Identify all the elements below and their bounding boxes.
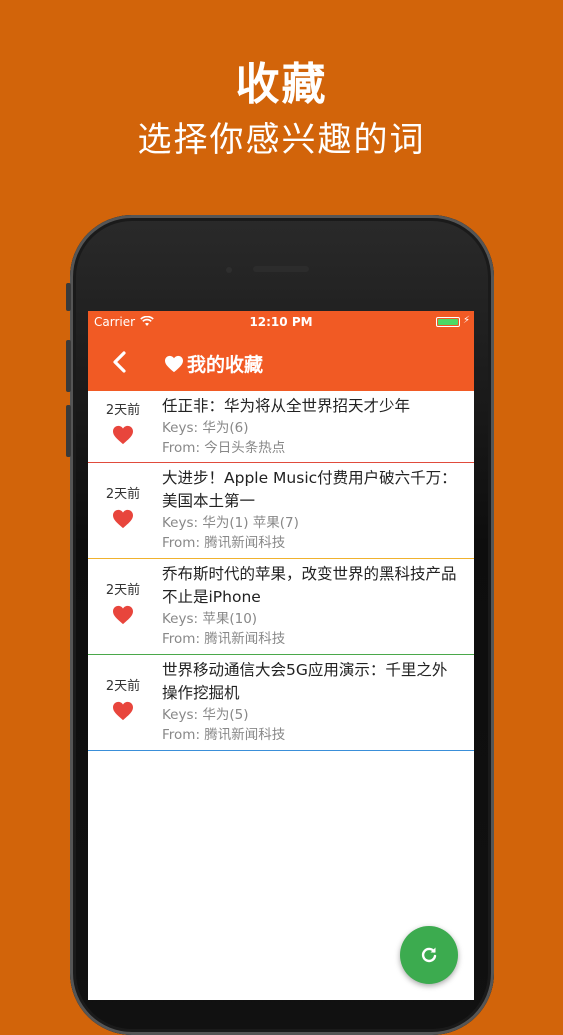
item-title: 乔布斯时代的苹果，改变世界的黑科技产品不止是iPhone [162, 565, 457, 606]
volume-down-button [66, 405, 71, 457]
refresh-icon [421, 947, 437, 963]
page-title: 我的收藏 [187, 354, 264, 376]
item-source: From: 腾讯新闻科技 [162, 727, 286, 743]
item-keys: Keys: 苹果(10) [162, 611, 258, 627]
volume-up-button [66, 340, 71, 392]
item-title: 大进步！Apple Music付费用户破六千万：美国本土第一 [162, 469, 457, 510]
item-time: 2天前 [105, 583, 141, 598]
back-button[interactable] [106, 347, 134, 377]
item-title: 任正非：华为将从全世界招天才少年 [162, 397, 411, 415]
item-keys: Keys: 华为(1) 苹果(7) [162, 515, 299, 531]
speaker-grille [253, 266, 309, 272]
item-keys: Keys: 华为(6) [162, 420, 249, 436]
list-item[interactable]: 2天前 乔布斯时代的苹果，改变世界的黑科技产品不止是iPhone Keys: 苹… [88, 559, 474, 655]
list-item[interactable]: 2天前 任正非：华为将从全世界招天才少年 Keys: 华为(6) From: 今… [88, 391, 474, 463]
battery-icon [436, 317, 460, 327]
list-item[interactable]: 2天前 世界移动通信大会5G应用演示：千里之外操作挖掘机 Keys: 华为(5)… [88, 655, 474, 751]
item-source: From: 今日头条热点 [162, 440, 286, 456]
promo-subtitle: 选择你感兴趣的词 [137, 120, 426, 160]
heart-icon [165, 355, 183, 372]
item-source: From: 腾讯新闻科技 [162, 535, 286, 551]
item-time: 2天前 [105, 487, 141, 502]
status-time: 12:10 PM [249, 315, 313, 329]
charging-icon: ⚡ [462, 315, 470, 326]
item-keys: Keys: 华为(5) [162, 707, 249, 723]
status-bar: Carrier 12:10 PM ⚡ [88, 311, 474, 333]
item-title: 世界移动通信大会5G应用演示：千里之外操作挖掘机 [162, 661, 448, 702]
nav-bar: 我的收藏 [88, 333, 474, 391]
mute-switch [66, 283, 71, 311]
item-time: 2天前 [105, 679, 141, 694]
app-screen: Carrier 12:10 PM ⚡ 我的收藏 2天前 任正非：华为将从全世界招… [88, 311, 474, 1000]
favorite-heart-icon[interactable] [112, 605, 134, 625]
promo-title: 收藏 [235, 59, 328, 110]
favorite-heart-icon[interactable] [112, 425, 134, 445]
favorite-heart-icon[interactable] [112, 509, 134, 529]
item-time: 2天前 [105, 403, 141, 418]
refresh-button[interactable] [400, 926, 458, 984]
camera-icon [226, 267, 232, 273]
item-source: From: 腾讯新闻科技 [162, 631, 286, 647]
favorites-list: 2天前 任正非：华为将从全世界招天才少年 Keys: 华为(6) From: 今… [88, 391, 474, 751]
favorite-heart-icon[interactable] [112, 701, 134, 721]
list-item[interactable]: 2天前 大进步！Apple Music付费用户破六千万：美国本土第一 Keys:… [88, 463, 474, 559]
